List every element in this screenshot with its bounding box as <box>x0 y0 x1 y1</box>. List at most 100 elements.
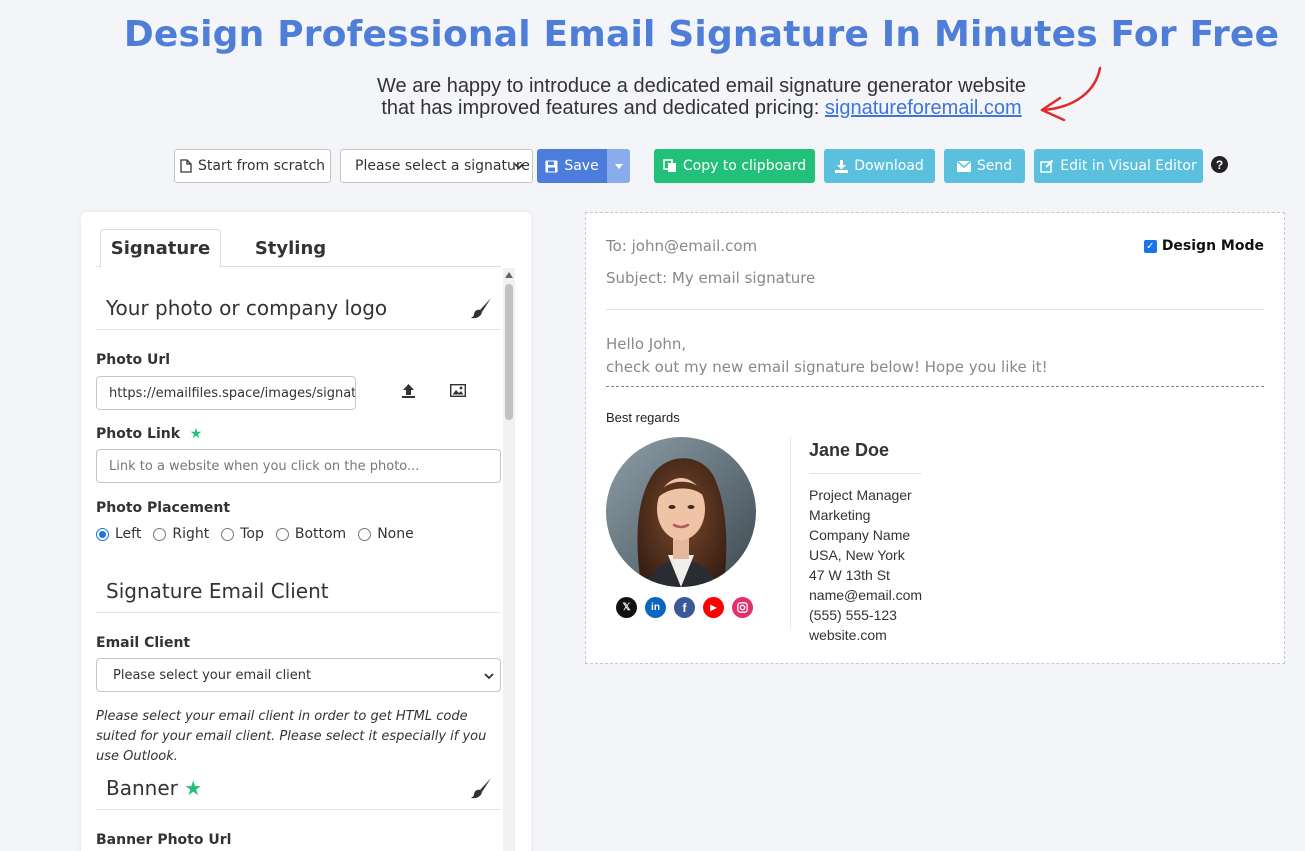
visual-editor-label: Edit in Visual Editor <box>1060 158 1197 174</box>
linkedin-icon[interactable]: in <box>645 597 666 618</box>
chevron-down-icon <box>514 163 524 170</box>
upload-icon[interactable] <box>401 383 416 398</box>
placement-none[interactable]: None <box>358 526 414 542</box>
avatar-portrait <box>606 437 756 587</box>
photo-link-label: Photo Link ★ <box>96 426 202 442</box>
signature-website: website.com <box>809 627 887 643</box>
design-mode-toggle[interactable]: ✓ Design Mode <box>1143 238 1264 254</box>
x-icon[interactable]: 𝕏 <box>616 597 637 618</box>
signature-phone: (555) 555-123 <box>809 607 897 623</box>
section-client-header: Signature Email Client <box>96 569 501 613</box>
save-button[interactable]: Save <box>537 149 607 183</box>
placement-left-label: Left <box>115 526 142 542</box>
design-mode-label: Design Mode <box>1161 238 1264 254</box>
dashed-divider <box>606 386 1264 387</box>
placement-right-label: Right <box>172 526 210 542</box>
edit-visual-editor-button[interactable]: Edit in Visual Editor <box>1034 149 1203 183</box>
download-button[interactable]: Download <box>824 149 935 183</box>
section-photo-title: Your photo or company logo <box>106 295 388 320</box>
avatar <box>606 437 756 587</box>
placement-bottom-label: Bottom <box>294 526 347 542</box>
start-from-scratch-label: Start from scratch <box>197 158 326 174</box>
download-label: Download <box>854 158 924 174</box>
signature-email: name@email.com <box>809 587 923 603</box>
section-banner-header: Banner ★ <box>96 766 501 810</box>
photo-link-label-text: Photo Link <box>96 426 181 442</box>
signature-location: USA, New York <box>809 547 905 563</box>
star-icon: ★ <box>177 775 203 800</box>
signature-divider <box>790 437 791 629</box>
placement-top-label: Top <box>240 526 264 542</box>
design-mode-checkbox[interactable]: ✓ <box>1143 239 1157 253</box>
tab-signature[interactable]: Signature <box>100 229 221 268</box>
preview-greeting: Hello John, <box>606 335 687 353</box>
help-icon[interactable]: ? <box>1211 156 1228 173</box>
download-icon <box>835 159 849 173</box>
floppy-icon <box>545 160 558 172</box>
photo-url-label: Photo Url <box>96 352 171 368</box>
placement-left[interactable]: Left <box>96 526 141 542</box>
placement-right[interactable]: Right <box>153 526 209 542</box>
copy-to-clipboard-button[interactable]: Copy to clipboard <box>654 149 815 183</box>
start-from-scratch-button[interactable]: Start from scratch <box>174 149 331 183</box>
preview-regards: Best regards <box>606 410 680 425</box>
subtitle-line1: We are happy to introduce a dedicated em… <box>377 75 1026 97</box>
subtitle-line2: that has improved features and dedicated… <box>0 97 1305 119</box>
editor-tabs: Signature Styling <box>96 229 501 268</box>
copy-icon <box>663 159 676 172</box>
email-client-label: Email Client <box>96 635 191 651</box>
preview-message: Hello John, check out my new email signa… <box>606 333 1048 379</box>
section-photo-header: Your photo or company logo <box>96 286 501 330</box>
facebook-icon[interactable]: f <box>674 597 695 618</box>
star-icon: ★ <box>184 426 203 442</box>
editor-panel: Signature Styling Your photo or company … <box>81 212 531 851</box>
edit-icon <box>1040 159 1054 173</box>
red-arrow-icon <box>1040 66 1102 122</box>
instagram-icon[interactable] <box>732 597 753 618</box>
instagram-glyph <box>737 602 748 613</box>
signature-details: Project Manager Marketing Company Name U… <box>809 485 922 645</box>
brush-icon[interactable] <box>471 297 493 319</box>
email-client-value: Please select your email client <box>113 667 312 683</box>
radio-none[interactable] <box>358 527 372 541</box>
radio-left[interactable] <box>96 527 109 541</box>
placement-top[interactable]: Top <box>221 526 264 542</box>
preview-subject: Subject: My email signature <box>606 269 816 287</box>
file-icon <box>180 159 192 173</box>
radio-bottom[interactable] <box>275 527 289 541</box>
email-preview: To: john@email.com Subject: My email sig… <box>585 212 1285 664</box>
section-client-title: Signature Email Client <box>106 578 329 603</box>
placement-none-label: None <box>377 526 414 542</box>
radio-right[interactable] <box>153 527 167 541</box>
email-client-select[interactable]: Please select your email client <box>96 658 501 692</box>
photo-link-input[interactable]: Link to a website when you click on the … <box>96 449 501 483</box>
save-dropdown-button[interactable] <box>607 149 630 183</box>
send-label: Send <box>976 158 1013 174</box>
image-icon[interactable] <box>450 384 466 397</box>
photo-placement-options: Left Right Top Bottom None <box>96 526 426 542</box>
page-title: Design Professional Email Signature In M… <box>123 14 1280 55</box>
email-client-note: Please select your email client in order… <box>96 709 487 764</box>
photo-url-input[interactable]: https://emailfiles.space/images/signatur… <box>96 376 356 410</box>
youtube-icon[interactable]: ▶ <box>703 597 724 618</box>
caret-down-icon <box>614 163 623 169</box>
radio-top[interactable] <box>221 527 235 541</box>
photo-placement-label: Photo Placement <box>96 500 231 516</box>
tab-styling[interactable]: Styling <box>238 229 343 267</box>
scrollbar-thumb[interactable] <box>505 284 513 420</box>
banner-url-label: Banner Photo Url <box>96 832 232 848</box>
signature-name-divider <box>809 473 922 474</box>
social-icons: 𝕏 in f ▶ <box>616 597 753 618</box>
brush-icon[interactable] <box>471 777 493 799</box>
signatureforemail-link[interactable]: signatureforemail.com <box>825 97 1022 119</box>
copy-label: Copy to clipboard <box>682 158 807 174</box>
placement-bottom[interactable]: Bottom <box>275 526 347 542</box>
signature-select[interactable]: Please select a signature <box>340 149 533 183</box>
scroll-up-icon[interactable] <box>505 272 513 278</box>
signature-select-value: Please select a signature <box>355 158 530 174</box>
signature-company: Company Name <box>809 527 911 543</box>
save-label: Save <box>564 158 599 174</box>
envelope-icon <box>956 160 971 172</box>
section-banner-title: Banner <box>106 775 178 800</box>
send-button[interactable]: Send <box>944 149 1025 183</box>
